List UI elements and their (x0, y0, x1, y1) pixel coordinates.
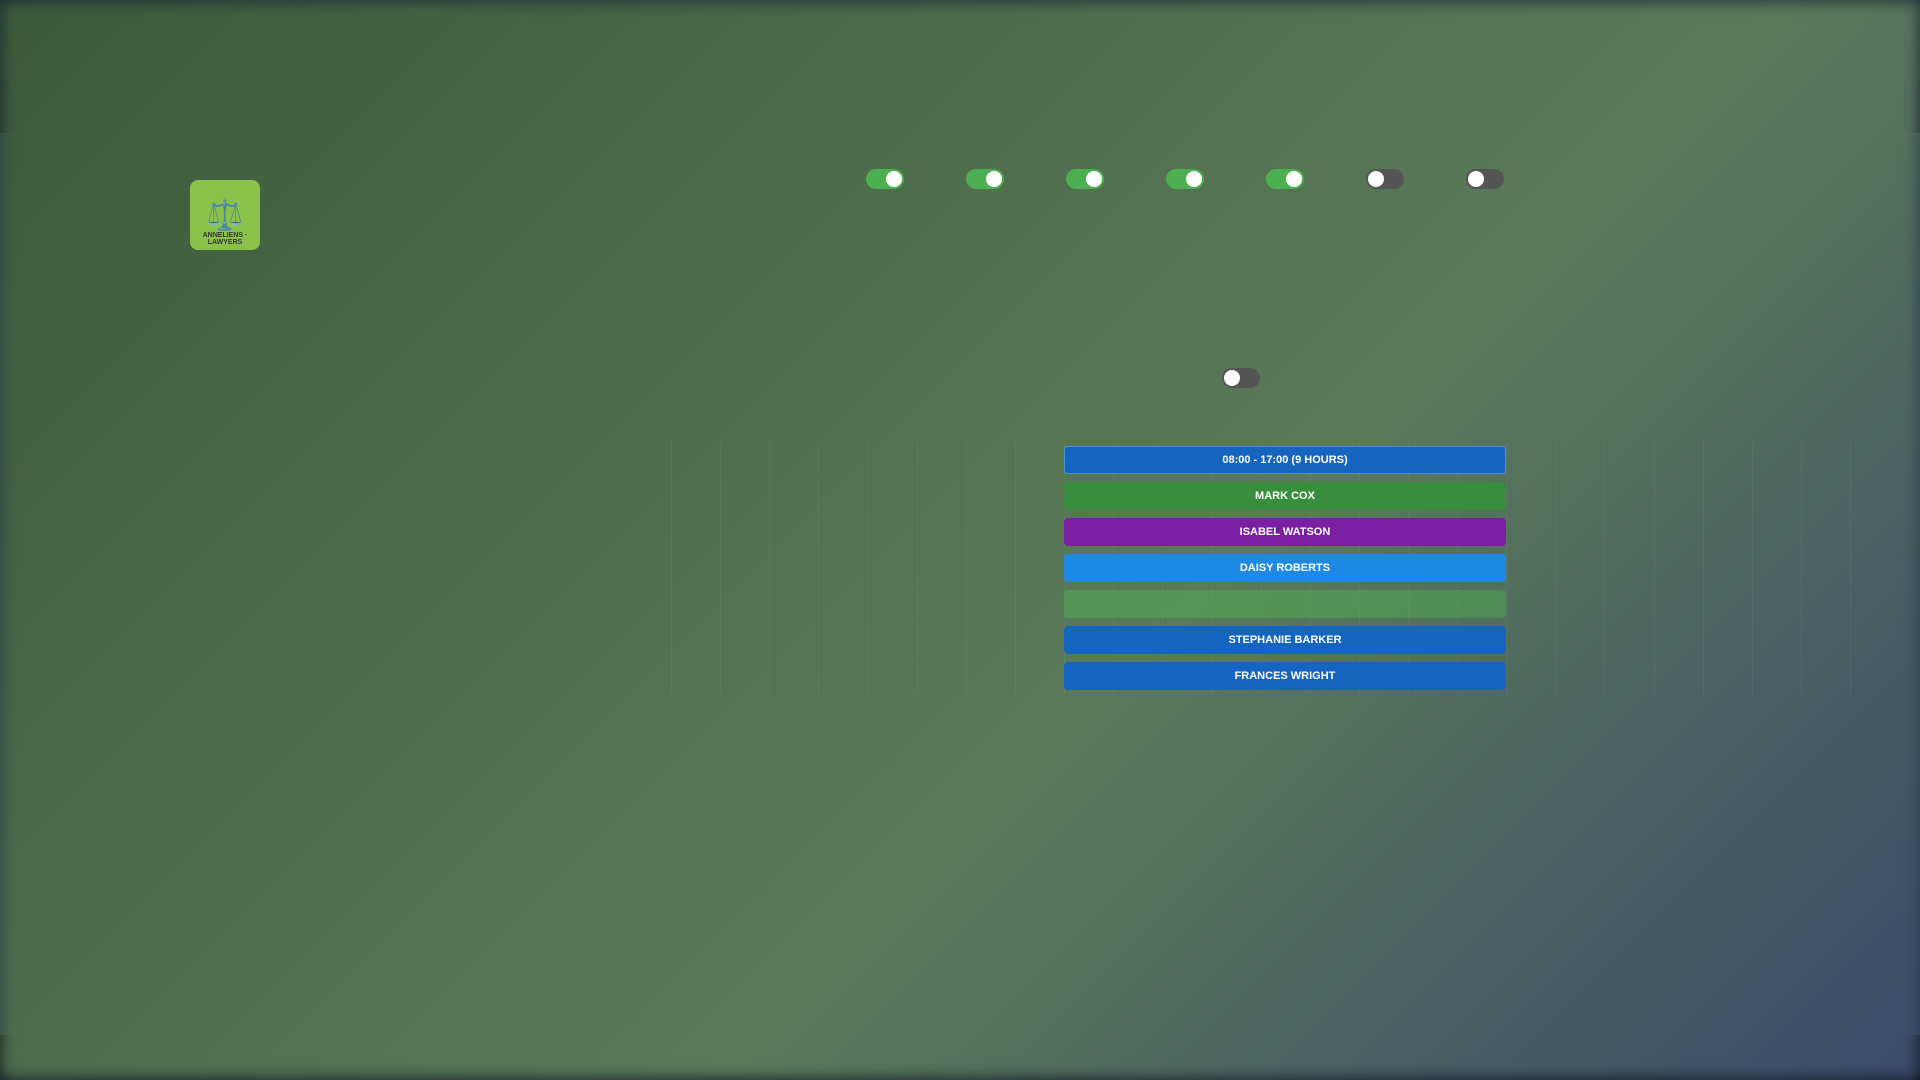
tuesday-toggle[interactable] (966, 169, 1004, 189)
opening-hours-row: 🛒 OPENING HOURS + (471, 442, 1899, 478)
empty-block[interactable] (1064, 590, 1506, 618)
computer-cells-6: FRANCES WRIGHT (671, 658, 1899, 694)
computer-cells-2: ISABEL WATSON (671, 514, 1899, 549)
stephanie-barker-block[interactable]: STEPHANIE BARKER (1064, 626, 1506, 654)
thursday-toggle[interactable] (1166, 169, 1204, 189)
mark-cox-block[interactable]: MARK COX (1064, 482, 1506, 510)
opening-hours-block[interactable]: 08:00 - 17:00 (9 HOURS) (1064, 446, 1506, 474)
shared-toggle[interactable] (1222, 368, 1260, 388)
daisy-roberts-block[interactable]: DAISY ROBERTS (1064, 554, 1506, 582)
isabel-watson-block[interactable]: ISABEL WATSON (1064, 518, 1506, 546)
computer-row-stephanie-barker: 💻 COMPUTER (471, 622, 1899, 658)
frances-wright-block[interactable]: FRANCES WRIGHT (1064, 662, 1506, 690)
monday-toggle[interactable] (866, 169, 904, 189)
computer-cells-5: STEPHANIE BARKER (671, 622, 1899, 657)
wednesday-toggle[interactable] (1066, 169, 1104, 189)
computer-row-frances-wright: 💻 COMPUTER (471, 658, 1899, 694)
computer-cells-3: DAISY ROBERTS (671, 550, 1899, 585)
friday-toggle[interactable] (1266, 169, 1304, 189)
computer-row-mark-cox: 💻 COMPUTER (471, 478, 1899, 514)
computer-cells-4 (671, 586, 1899, 621)
saturday-toggle[interactable] (1366, 169, 1404, 189)
computer-row-isabel-watson: 💻 COMPUTER (471, 514, 1899, 550)
business-logo: ⚖️ ANNELIENS · LAWYERS (190, 180, 260, 250)
computer-row-daisy-roberts: 💻 COMPUTER (471, 550, 1899, 586)
computer-cells-1: MARK COX (671, 478, 1899, 513)
computer-row-empty: 💻 COMPUTER (471, 586, 1899, 622)
sunday-toggle[interactable] (1466, 169, 1504, 189)
opening-hours-cells: 08:00 - 17:00 (9 HOURS) (671, 442, 1899, 477)
logo-label: ANNELIENS · LAWYERS (190, 232, 260, 246)
